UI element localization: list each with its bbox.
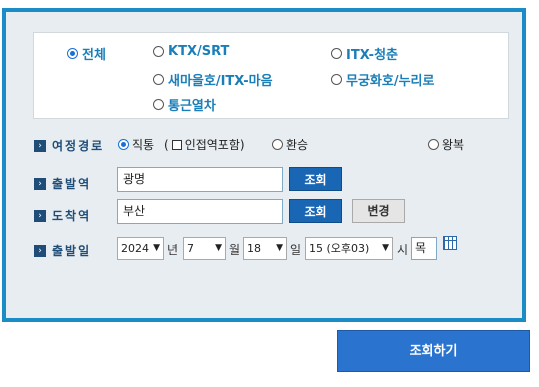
chevron-down-icon: ▼ [153, 243, 160, 253]
radio-transfer[interactable]: 환승 [272, 136, 308, 153]
arrow-bullet-icon: › [34, 177, 46, 190]
radio-round-trip[interactable]: 왕복 [428, 136, 464, 153]
year-select[interactable]: 2024 ▼ [117, 237, 164, 260]
direct-label: 직통 [132, 138, 155, 152]
day-value: 18 [247, 242, 261, 255]
year-unit: 년 [167, 243, 179, 257]
search-panel: 전체 KTX/SRT ITX-청춘 새마을호/ITX-마음 무궁화호/누리로 통… [2, 8, 526, 322]
arrival-row-label: › 도착역 [34, 207, 91, 224]
swap-stations-button[interactable]: 변경 [352, 199, 405, 223]
radio-icon [153, 74, 164, 85]
route-row-label: › 여정경로 [34, 137, 104, 154]
radio-icon [331, 74, 342, 85]
train-type-label: 전체 [82, 48, 106, 63]
radio-checked-icon [118, 139, 129, 150]
chevron-down-icon: ▼ [382, 243, 389, 253]
submit-search-button[interactable]: 조회하기 [337, 330, 530, 372]
transfer-label: 환승 [286, 138, 309, 152]
calendar-icon[interactable] [443, 236, 457, 250]
departure-search-button[interactable]: 조회 [289, 167, 342, 191]
arrow-bullet-icon: › [34, 209, 46, 222]
checkbox-icon [171, 139, 182, 150]
train-type-box: 전체 KTX/SRT ITX-청춘 새마을호/ITX-마음 무궁화호/누리로 통… [33, 32, 509, 119]
month-select[interactable]: 7 ▼ [183, 237, 226, 260]
departure-label: 출발역 [52, 177, 92, 191]
train-type-label: 새마을호/ITX-마음 [168, 74, 273, 89]
chevron-down-icon: ▼ [276, 243, 283, 253]
train-type-label: KTX/SRT [168, 44, 230, 59]
hour-unit: 시 [397, 243, 409, 257]
include-nearby-label: 인접역포함) [184, 138, 245, 152]
radio-icon [153, 99, 164, 110]
arrow-bullet-icon: › [34, 139, 46, 152]
radio-icon [153, 46, 164, 57]
day-select[interactable]: 18 ▼ [243, 237, 287, 260]
radio-train-itx-cheongchun[interactable]: ITX-청춘 [331, 44, 398, 63]
train-type-label: ITX-청춘 [346, 48, 398, 63]
hour-value: 15 (오후03) [309, 242, 370, 255]
train-type-label: 통근열차 [168, 99, 216, 114]
arrival-search-button[interactable]: 조회 [289, 199, 342, 223]
departure-station-input[interactable]: 광명 [117, 167, 283, 192]
checkbox-include-nearby[interactable]: ( 인접역포함) [164, 136, 245, 153]
radio-train-saemaeul-itx-maeum[interactable]: 새마을호/ITX-마음 [153, 70, 273, 89]
day-unit: 일 [290, 243, 302, 257]
year-value: 2024 [121, 242, 149, 255]
arrival-label: 도착역 [52, 209, 92, 223]
radio-icon [428, 139, 439, 150]
month-value: 7 [187, 242, 194, 255]
radio-train-ktx-srt[interactable]: KTX/SRT [153, 44, 229, 59]
radio-train-all[interactable]: 전체 [67, 44, 106, 63]
round-trip-label: 왕복 [442, 138, 465, 152]
hour-select[interactable]: 15 (오후03) ▼ [305, 237, 393, 260]
paren-text: ( [164, 137, 169, 152]
arrival-station-input[interactable]: 부산 [117, 199, 283, 224]
weekday-field: 목 [411, 237, 437, 260]
month-unit: 월 [229, 243, 241, 257]
route-label: 여정경로 [52, 139, 105, 153]
chevron-down-icon: ▼ [215, 243, 222, 253]
departure-row-label: › 출발역 [34, 175, 91, 192]
radio-icon [331, 48, 342, 59]
train-type-label: 무궁화호/누리로 [346, 74, 435, 89]
radio-checked-icon [67, 48, 78, 59]
date-row-label: › 출발일 [34, 242, 91, 259]
radio-train-mugunghwa-nuriro[interactable]: 무궁화호/누리로 [331, 70, 434, 89]
date-label: 출발일 [52, 244, 92, 258]
radio-icon [272, 139, 283, 150]
arrow-bullet-icon: › [34, 244, 46, 257]
radio-direct[interactable]: 직통 [118, 136, 154, 153]
radio-train-commuter[interactable]: 통근열차 [153, 95, 216, 114]
